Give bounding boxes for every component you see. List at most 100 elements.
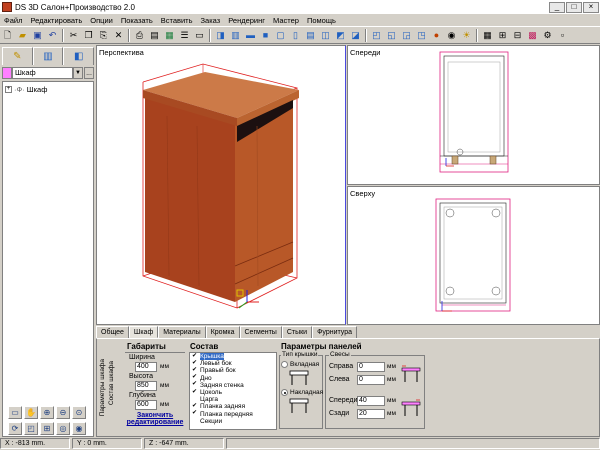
list-item[interactable]: ✔ Правый бок	[190, 367, 276, 375]
shelf-icon[interactable]: ▬	[244, 29, 257, 42]
settings-icon[interactable]: ⚙	[541, 29, 554, 42]
tab-cabinet[interactable]: Шкаф	[128, 326, 159, 338]
maximize-button[interactable]: □	[566, 1, 582, 13]
render-icon[interactable]: ●	[430, 29, 443, 42]
tab-materials[interactable]: Материалы	[158, 326, 206, 338]
delete-icon[interactable]: ✕	[112, 29, 125, 42]
menu-options[interactable]: Опции	[86, 16, 117, 25]
list-item[interactable]: ✔ Цоколь	[190, 389, 276, 397]
tab-edging[interactable]: Кромка	[205, 326, 240, 338]
box-icon[interactable]: ■	[259, 29, 272, 42]
frame-icon[interactable]: ▢	[274, 29, 287, 42]
print-preview-icon[interactable]: ▤	[148, 29, 161, 42]
objects-tab[interactable]: ▥	[32, 47, 64, 65]
object-tree[interactable]: + ·Ф· Шкаф	[2, 81, 94, 437]
zoom-in-icon[interactable]: ⊕	[40, 406, 54, 419]
close-button[interactable]: ×	[583, 1, 599, 13]
back-overhang-field[interactable]: 20	[357, 409, 385, 419]
zoom-previous-icon[interactable]: ◎	[56, 422, 70, 435]
chevron-down-icon[interactable]: ▼	[73, 67, 83, 79]
checkbox-checked[interactable]: ✔	[192, 360, 198, 367]
zoom-out-icon[interactable]: ⊖	[56, 406, 70, 419]
checkbox-checked[interactable]: ✔	[192, 403, 198, 410]
new-icon[interactable]: 🗋	[1, 29, 14, 42]
list-item[interactable]: Царга	[190, 396, 276, 403]
radio-button[interactable]	[281, 389, 288, 396]
list-item[interactable]: ✔ Задняя стенка	[190, 381, 276, 389]
cut-icon[interactable]: ✂	[67, 29, 80, 42]
list-item[interactable]: ✔ Планка передняя	[190, 410, 276, 418]
table-icon[interactable]: ▦	[163, 29, 176, 42]
menu-file[interactable]: Файл	[0, 16, 26, 25]
view-top-icon[interactable]: ◳	[415, 29, 428, 42]
grid-icon[interactable]: ▦	[481, 29, 494, 42]
menu-order[interactable]: Заказ	[197, 16, 225, 25]
width-field[interactable]: 400	[135, 362, 157, 372]
pan-icon[interactable]: ✋	[24, 406, 38, 419]
list-item[interactable]: ✔ Дно	[190, 374, 276, 382]
window-icon[interactable]: ▫	[556, 29, 569, 42]
radio-button[interactable]	[281, 361, 288, 368]
checkbox-checked[interactable]: ✔	[192, 353, 198, 360]
list-item[interactable]: ✔ Планка задняя	[190, 403, 276, 411]
layers-icon[interactable]: ◪	[349, 29, 362, 42]
front-overhang-field[interactable]: 40	[357, 396, 385, 406]
menu-edit[interactable]: Редактировать	[26, 16, 86, 25]
paste-icon[interactable]: ⎘	[97, 29, 110, 42]
document-icon[interactable]: ▭	[193, 29, 206, 42]
finish-editing-link[interactable]: Закончить редактирование	[123, 412, 187, 426]
composition-list[interactable]: ✔ Крышка ✔ Левый бок ✔ Правый бок ✔ Дно ✔ Зад…	[189, 352, 277, 430]
tree-tab[interactable]: ◧	[63, 47, 95, 65]
checkbox-checked[interactable]: ✔	[192, 374, 198, 381]
tab-hardware[interactable]: Фурнитура	[312, 326, 357, 338]
panel-icon[interactable]: ▥	[229, 29, 242, 42]
checkbox-checked[interactable]: ✔	[192, 389, 198, 396]
list-icon[interactable]: ☰	[178, 29, 191, 42]
front-viewport[interactable]: Спереди	[347, 45, 600, 185]
lid-inset-radio[interactable]: Вкладная	[281, 361, 319, 368]
left-field[interactable]: 0	[357, 375, 385, 385]
height-field[interactable]: 850	[135, 381, 157, 391]
save-icon[interactable]: ▣	[31, 29, 44, 42]
menu-wizard[interactable]: Мастер	[269, 16, 303, 25]
light-icon[interactable]: ☀	[460, 29, 473, 42]
print-icon[interactable]: ⎙	[133, 29, 146, 42]
right-field[interactable]: 0	[357, 362, 385, 372]
zoom-window-icon[interactable]: ◰	[24, 422, 38, 435]
pencil-tab[interactable]: ✎	[2, 47, 33, 65]
menu-rendering[interactable]: Рендеринг	[224, 16, 269, 25]
list-item[interactable]: Секции	[190, 418, 276, 425]
door-icon[interactable]: ▯	[289, 29, 302, 42]
menu-help[interactable]: Помощь	[303, 16, 340, 25]
zoom-all-icon[interactable]: ⊞	[40, 422, 54, 435]
layout-icon[interactable]: ⊟	[511, 29, 524, 42]
depth-field[interactable]: 600	[135, 400, 157, 410]
object-combo[interactable]: Шкаф ▼ ...	[2, 67, 94, 79]
object-combo-value[interactable]: Шкаф	[12, 67, 73, 79]
perspective-viewport[interactable]: Перспектива	[96, 45, 346, 325]
corner-icon[interactable]: ◩	[334, 29, 347, 42]
undo-icon[interactable]: ↶	[46, 29, 59, 42]
minimize-button[interactable]: _	[549, 1, 565, 13]
checkbox-checked[interactable]: ✔	[192, 410, 198, 417]
zoom-extents-icon[interactable]: ⊙	[72, 406, 86, 419]
top-viewport[interactable]: Сверху	[347, 186, 600, 325]
palette-icon[interactable]: ▩	[526, 29, 539, 42]
view-3d-icon[interactable]: ◲	[400, 29, 413, 42]
lid-overlay-radio[interactable]: Накладная	[281, 389, 323, 396]
snap-icon[interactable]: ⊞	[496, 29, 509, 42]
checkbox-checked[interactable]: ✔	[192, 367, 198, 374]
expand-icon[interactable]: +	[5, 86, 12, 93]
select-icon[interactable]: ▭	[8, 406, 22, 419]
open-icon[interactable]: ▰	[16, 29, 29, 42]
section-icon[interactable]: ◫	[319, 29, 332, 42]
tab-general[interactable]: Общее	[96, 326, 129, 338]
menu-insert[interactable]: Вставить	[157, 16, 197, 25]
zoom-fit-icon[interactable]: ◉	[72, 422, 86, 435]
copy-icon[interactable]: ❐	[82, 29, 95, 42]
view-front-icon[interactable]: ◰	[370, 29, 383, 42]
checkbox-unchecked[interactable]	[192, 397, 198, 403]
tree-item[interactable]: + ·Ф· Шкаф	[5, 85, 93, 94]
tab-joints[interactable]: Стыки	[281, 326, 313, 338]
checkbox-checked[interactable]: ✔	[192, 381, 198, 388]
